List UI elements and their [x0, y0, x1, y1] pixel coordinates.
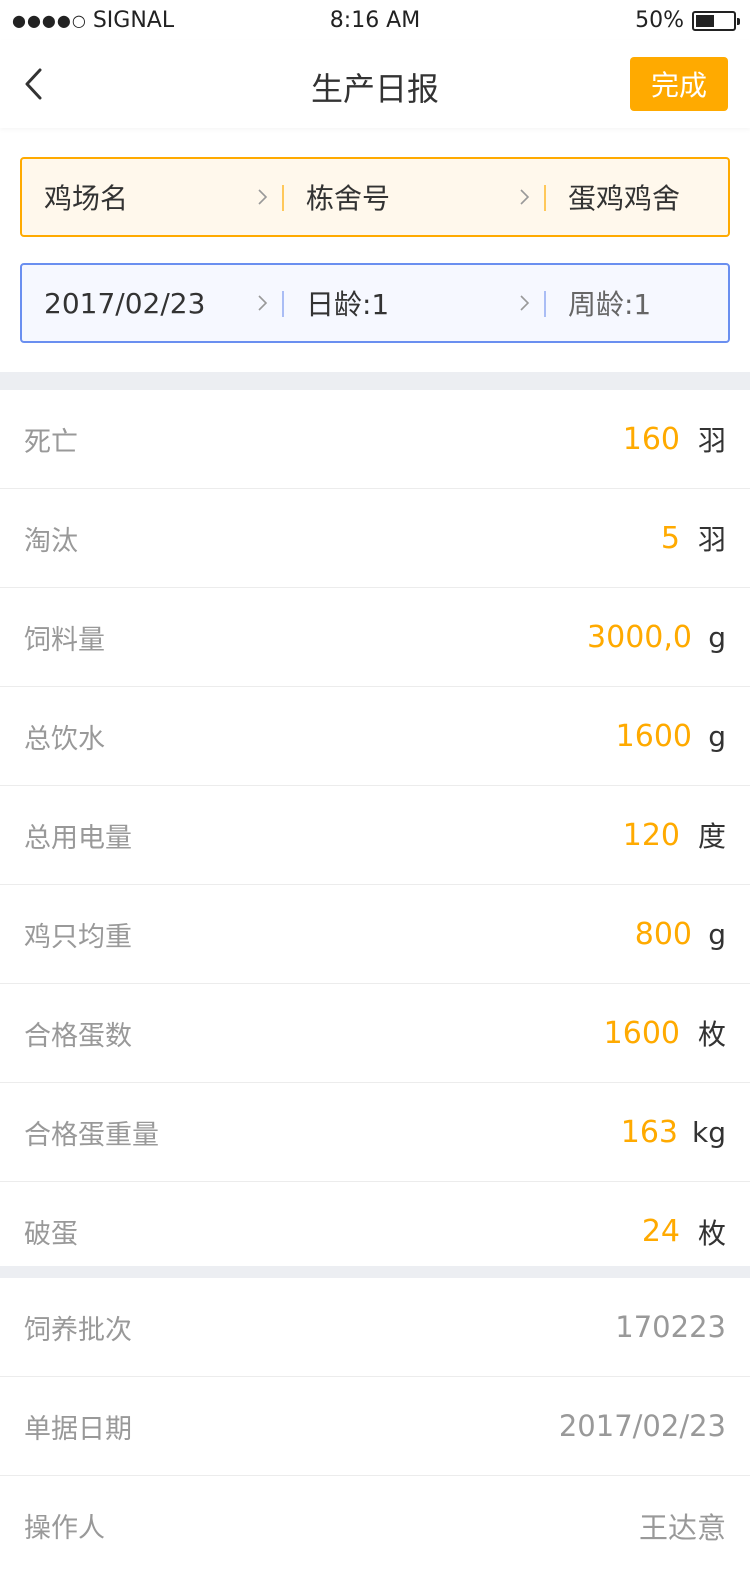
metric-value: 800 [634, 916, 692, 952]
metric-value: 3000,0 [587, 619, 692, 655]
metric-label: 饲料量 [24, 624, 105, 656]
house-type-selector[interactable]: 蛋鸡鸡舍 [546, 159, 728, 235]
info-list: 饲养批次 170223 单据日期 2017/02/23 操作人 王达意 [0, 1278, 750, 1575]
battery-icon [692, 10, 740, 31]
date-age-selector: 2017/02/23 日龄:1 周龄:1 [20, 263, 730, 343]
metric-row-egg-weight[interactable]: 合格蛋重量 163 kg [0, 1083, 750, 1182]
metric-label: 破蛋 [24, 1219, 78, 1250]
chevron-right-icon [258, 295, 268, 311]
chevron-right-icon [520, 189, 530, 205]
info-label: 单据日期 [24, 1413, 132, 1445]
chevron-right-icon [520, 295, 530, 311]
metric-unit: 度 [697, 820, 726, 853]
day-age: 日龄:1 [306, 288, 390, 321]
metric-value: 120 [622, 817, 680, 853]
metric-value: 163 [620, 1114, 678, 1150]
metric-unit: 枚 [697, 1018, 726, 1051]
metric-value: 160 [622, 421, 680, 457]
metric-row-avg-weight[interactable]: 鸡只均重 800 g [0, 885, 750, 984]
battery-status: 50% [635, 8, 740, 33]
report-date: 2017/02/23 [44, 286, 206, 320]
status-bar: ●●●●○ SIGNAL 8:16 AM 50% [0, 0, 750, 40]
metric-label: 死亡 [24, 426, 78, 458]
week-age: 周龄:1 [568, 288, 652, 321]
battery-percent: 50% [635, 8, 684, 33]
metric-label: 鸡只均重 [24, 921, 132, 953]
metric-label: 合格蛋数 [24, 1020, 132, 1052]
metric-label: 合格蛋重量 [24, 1119, 159, 1151]
section-separator [0, 372, 750, 390]
chevron-right-icon [258, 189, 268, 205]
info-row-batch: 饲养批次 170223 [0, 1278, 750, 1377]
metric-row-culled[interactable]: 淘汰 5 羽 [0, 489, 750, 588]
house-selector[interactable]: 栋舍号 [284, 159, 546, 235]
metric-unit: 羽 [697, 424, 726, 457]
farm-name: 鸡场名 [44, 182, 129, 215]
metric-value: 24 [641, 1214, 680, 1249]
metric-label: 淘汰 [24, 525, 78, 557]
metric-unit: g [708, 917, 726, 951]
production-daily-report-screen: ●●●●○ SIGNAL 8:16 AM 50% 生产日报 完成 鸡场名 栋舍号 [0, 0, 750, 1594]
info-label: 操作人 [24, 1513, 105, 1544]
info-row-operator: 操作人 王达意 [0, 1476, 750, 1575]
metric-row-electricity[interactable]: 总用电量 120 度 [0, 786, 750, 885]
metric-label: 总用电量 [24, 822, 132, 854]
metric-row-feed[interactable]: 饲料量 3000,0 g [0, 588, 750, 687]
metric-unit: g [708, 719, 726, 753]
navigation-bar: 生产日报 完成 [0, 40, 750, 128]
done-button[interactable]: 完成 [630, 57, 728, 111]
metric-value: 1600 [615, 718, 692, 754]
metric-value: 1600 [603, 1015, 680, 1051]
day-age-selector[interactable]: 日龄:1 [284, 265, 546, 341]
info-value: 170223 [615, 1310, 726, 1344]
house-number: 栋舍号 [306, 182, 391, 215]
metric-value: 5 [660, 520, 680, 556]
farm-house-selector: 鸡场名 栋舍号 蛋鸡鸡舍 [20, 157, 730, 237]
metrics-list: 死亡 160 羽 淘汰 5 羽 饲料量 3000,0 g 总饮水 1600 g … [0, 390, 750, 1281]
section-separator [0, 1266, 750, 1278]
info-value: 王达意 [638, 1510, 726, 1545]
date-selector[interactable]: 2017/02/23 [22, 265, 284, 341]
metric-unit: 枚 [697, 1216, 726, 1250]
battery-fill [696, 14, 714, 27]
metric-unit: kg [692, 1115, 726, 1149]
info-value: 2017/02/23 [558, 1409, 726, 1443]
info-row-document-date: 单据日期 2017/02/23 [0, 1377, 750, 1476]
metric-row-egg-count[interactable]: 合格蛋数 1600 枚 [0, 984, 750, 1083]
metric-unit: g [708, 620, 726, 654]
metric-unit: 羽 [697, 523, 726, 556]
info-label: 饲养批次 [24, 1314, 132, 1346]
metric-label: 总饮水 [24, 723, 105, 755]
week-age-display: 周龄:1 [546, 265, 728, 341]
metric-row-water[interactable]: 总饮水 1600 g [0, 687, 750, 786]
farm-selector[interactable]: 鸡场名 [22, 159, 284, 235]
metric-row-deaths[interactable]: 死亡 160 羽 [0, 390, 750, 489]
house-type: 蛋鸡鸡舍 [568, 182, 681, 215]
